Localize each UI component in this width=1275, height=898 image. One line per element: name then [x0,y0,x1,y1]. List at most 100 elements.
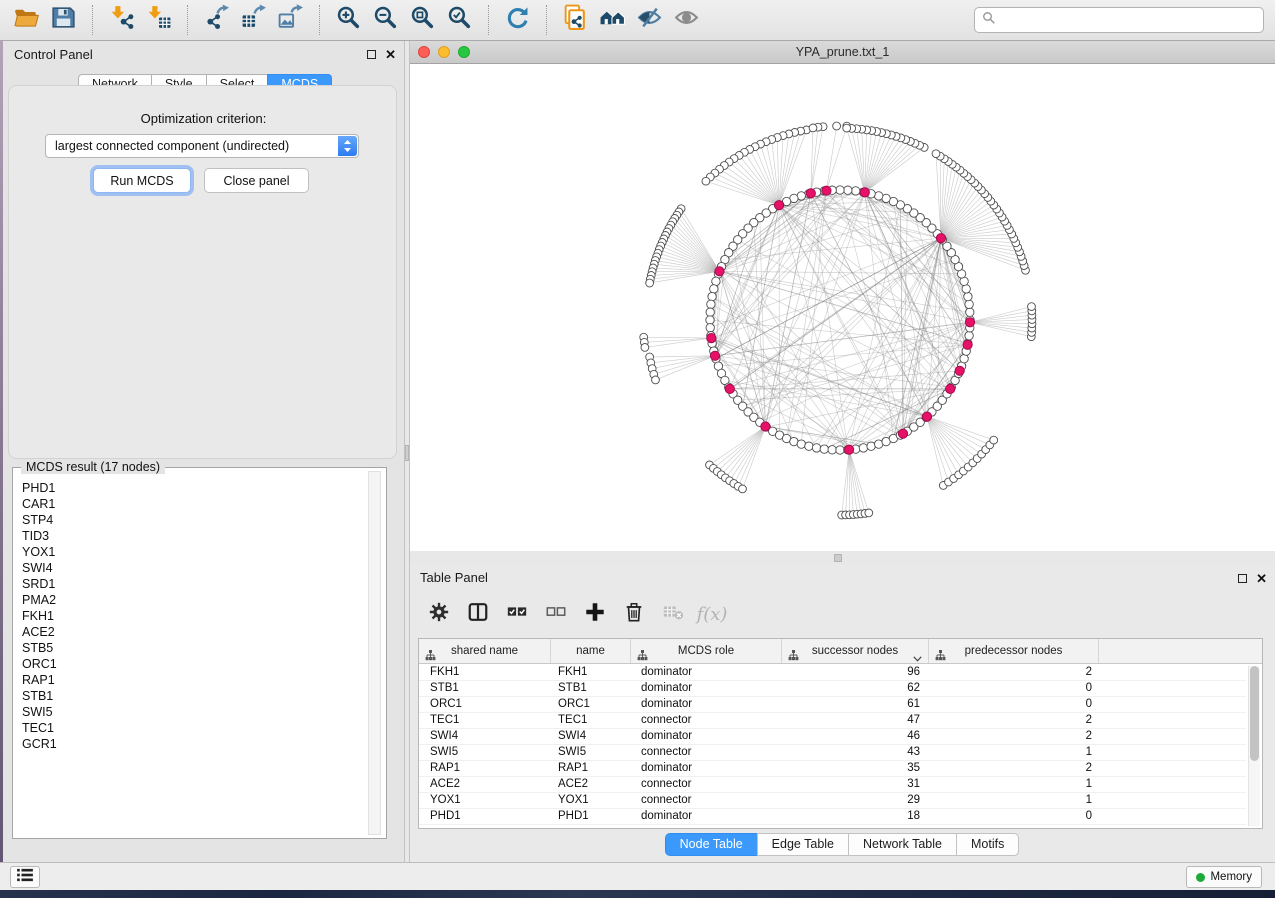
cell: STB1 [419,681,551,696]
column-label: MCDS role [678,645,734,657]
home-pages-button[interactable] [594,2,631,38]
zoom-selected-button[interactable] [441,2,478,38]
float-panel-icon[interactable] [367,50,376,59]
export-network-button[interactable] [198,2,235,38]
table-row[interactable]: TEC1TEC1connector472 [419,713,1246,729]
table-row[interactable]: ACE2ACE2connector311 [419,777,1246,793]
result-node-item[interactable]: CAR1 [22,496,364,512]
optimization-criterion-select[interactable]: largest connected component (undirected) [45,134,359,158]
splitter-grip[interactable] [405,445,409,461]
result-node-item[interactable]: SRD1 [22,576,364,592]
delete-column-button[interactable] [621,601,647,627]
table-row[interactable]: SWI4SWI4dominator462 [419,729,1246,745]
fx-icon: f(x) [697,604,728,625]
memory-button[interactable]: Memory [1186,866,1262,888]
deselect-all-rows-button[interactable] [543,601,569,627]
column-header-shared-name[interactable]: shared name [419,639,551,663]
result-node-item[interactable]: PMA2 [22,592,364,608]
unchecked-boxes-icon [545,601,567,628]
result-node-item[interactable]: TEC1 [22,720,364,736]
network-view-canvas[interactable] [410,64,1275,551]
cell: connector [631,793,782,808]
task-history-button[interactable] [10,866,40,888]
result-node-item[interactable]: TID3 [22,528,364,544]
import-table-button[interactable] [140,2,177,38]
mcds-result-list[interactable]: PHD1CAR1STP4TID3YOX1SWI4SRD1PMA2FKH1ACE2… [13,472,364,836]
scrollbar-thumb[interactable] [1250,666,1259,761]
table-row[interactable]: SWI5SWI5connector431 [419,745,1246,761]
close-panel-icon[interactable]: ✕ [1256,574,1267,583]
result-node-item[interactable]: SWI5 [22,704,364,720]
table-settings-button[interactable] [426,601,452,627]
close-panel-button[interactable]: Close panel [204,168,309,193]
floppy-disk-icon [50,4,77,36]
select-all-rows-button[interactable] [504,601,530,627]
result-node-item[interactable]: RAP1 [22,672,364,688]
network-window-titlebar[interactable]: YPA_prune.txt_1 [410,41,1275,64]
create-column-button[interactable] [582,601,608,627]
column-header-predecessor-nodes[interactable]: predecessor nodes [929,639,1099,663]
export-image-button[interactable] [272,2,309,38]
toolbar-separator [546,5,547,35]
show-column-button[interactable] [465,601,491,627]
result-node-item[interactable]: GCR1 [22,736,364,752]
close-panel-icon[interactable]: ✕ [385,50,396,59]
table-toolbar: f(x) [416,593,725,635]
column-header-successor-nodes[interactable]: successor nodes [782,639,929,663]
zoom-fit-button[interactable] [404,2,441,38]
hide-graphics-button[interactable] [631,2,668,38]
table-row[interactable]: RAP1RAP1dominator352 [419,761,1246,777]
table-row[interactable]: FKH1FKH1dominator962 [419,665,1246,681]
export-table-button[interactable] [235,2,272,38]
horizontal-splitter[interactable] [410,551,1275,565]
new-network-button[interactable] [557,2,594,38]
tab-network-table[interactable]: Network Table [848,833,957,856]
cell: STB1 [551,681,631,696]
result-node-item[interactable]: ORC1 [22,656,364,672]
cell: ORC1 [419,697,551,712]
zoom-in-button[interactable] [330,2,367,38]
list-icon [16,868,34,887]
result-node-item[interactable]: PHD1 [22,480,364,496]
zoom-out-button[interactable] [367,2,404,38]
result-node-item[interactable]: STB5 [22,640,364,656]
result-node-item[interactable]: FKH1 [22,608,364,624]
column-header-name[interactable]: name [551,639,631,663]
column-header-MCDS-role[interactable]: MCDS role [631,639,782,663]
result-node-item[interactable]: SWI4 [22,560,364,576]
cell: TEC1 [419,713,551,728]
result-node-item[interactable]: STB1 [22,688,364,704]
memory-status-icon [1196,873,1205,882]
network-graph[interactable] [410,64,1275,551]
table-row[interactable]: STB1STB1dominator620 [419,681,1246,697]
cell: 18 [782,809,929,824]
search-input[interactable] [996,10,1263,30]
float-panel-icon[interactable] [1238,574,1247,583]
table-row[interactable]: PHD1PHD1dominator180 [419,809,1246,825]
cell: SWI4 [551,729,631,744]
import-network-button[interactable] [103,2,140,38]
apply-layout-button[interactable] [499,2,536,38]
result-node-item[interactable]: ACE2 [22,624,364,640]
save-session-button[interactable] [45,2,82,38]
tab-motifs[interactable]: Motifs [956,833,1019,856]
result-list-scrollbar[interactable] [368,471,381,835]
result-node-item[interactable]: YOX1 [22,544,364,560]
table-row[interactable]: YOX1YOX1connector291 [419,793,1246,809]
toolbar-separator [92,5,93,35]
open-session-button[interactable] [8,2,45,38]
cell: ORC1 [551,697,631,712]
cell: 43 [782,745,929,760]
control-panel: Control Panel ✕ NetworkStyleSelectMCDS O… [3,41,404,862]
search-field[interactable] [974,7,1264,33]
zoom-selected-icon [446,4,473,36]
cell: 35 [782,761,929,776]
result-node-item[interactable]: STP4 [22,512,364,528]
show-graphics-button[interactable] [668,2,705,38]
table-scrollbar[interactable] [1248,666,1260,826]
splitter-grip[interactable] [834,554,842,562]
table-row[interactable]: ORC1ORC1dominator610 [419,697,1246,713]
run-mcds-button[interactable]: Run MCDS [93,168,191,193]
tab-node-table[interactable]: Node Table [665,833,758,856]
tab-edge-table[interactable]: Edge Table [757,833,849,856]
